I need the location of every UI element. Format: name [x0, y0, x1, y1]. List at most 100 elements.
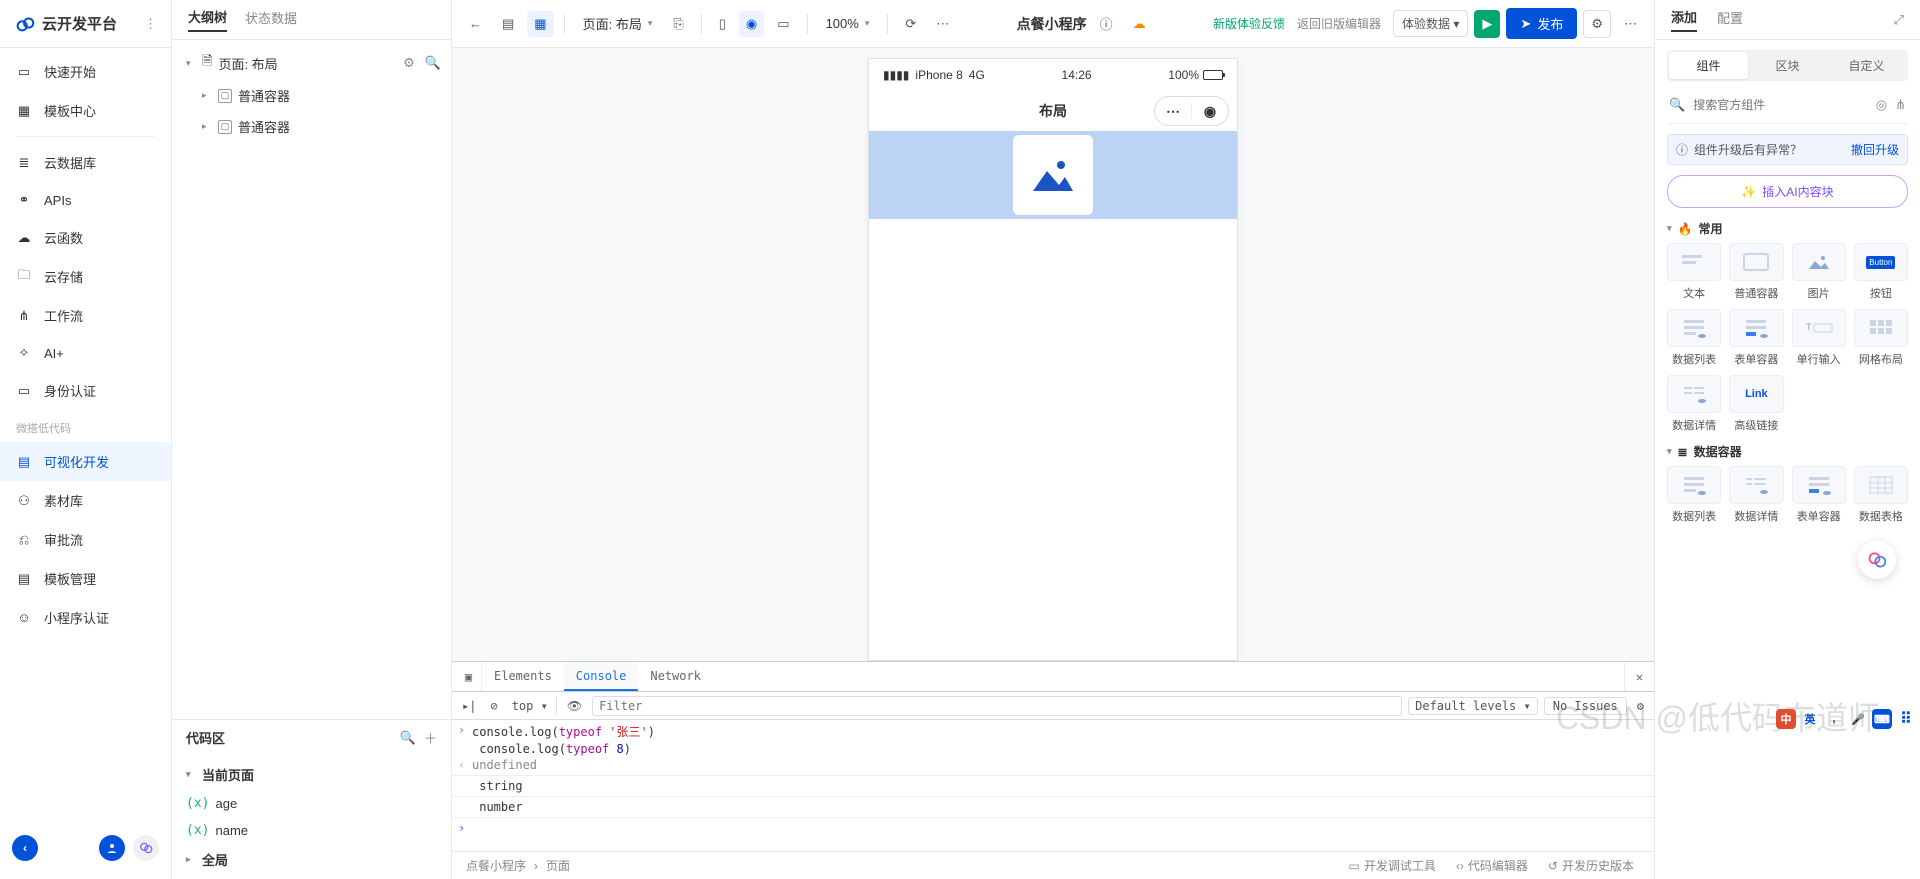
filter-input[interactable]: [592, 696, 1402, 716]
tree-page-row[interactable]: ▾ 🗎 页面: 布局 ⚙ 🔍: [172, 46, 451, 80]
nav-templates[interactable]: ▦模板中心: [0, 91, 171, 130]
ime-en-icon[interactable]: 英: [1800, 709, 1820, 729]
kebab-icon[interactable]: ⋯: [1617, 11, 1644, 37]
comp-text[interactable]: 文本: [1667, 243, 1721, 301]
mic-icon[interactable]: 🎤: [1848, 709, 1868, 729]
seg-block[interactable]: 区块: [1748, 52, 1827, 79]
comp-data-table[interactable]: 数据表格: [1854, 466, 1908, 524]
close-icon[interactable]: ✕: [1624, 662, 1654, 691]
levels-select[interactable]: Default levels ▾: [1408, 697, 1538, 715]
settings-icon[interactable]: ⚙: [403, 55, 415, 71]
nav-apis[interactable]: ⚭APIs: [0, 182, 171, 218]
clear-icon[interactable]: ⊘: [486, 697, 501, 715]
nav-functions[interactable]: ☁云函数: [0, 218, 171, 257]
sidebar-toggle-icon[interactable]: ▸|: [458, 697, 480, 715]
nav-auth[interactable]: ▭身份认证: [0, 371, 171, 410]
tab-elements[interactable]: Elements: [482, 662, 564, 691]
mobile-view-icon[interactable]: ▯: [712, 11, 733, 37]
tab-outline-tree[interactable]: 大纲树: [188, 7, 227, 32]
add-icon[interactable]: ＋: [424, 728, 437, 747]
code-var-row[interactable]: (x) age: [172, 790, 451, 817]
comp-data-list-2[interactable]: 数据列表: [1667, 466, 1721, 524]
punct-icon[interactable]: ,: [1824, 709, 1844, 729]
assistant-icon[interactable]: [133, 835, 159, 861]
avatar-icon[interactable]: [99, 835, 125, 861]
code-var-row[interactable]: (x) name: [172, 817, 451, 844]
chevron-right-icon[interactable]: ▸: [202, 121, 212, 132]
tab-network[interactable]: Network: [638, 662, 713, 691]
section-common[interactable]: ▾ 🔥 常用: [1667, 220, 1908, 237]
nav-visual-dev[interactable]: ▤可视化开发: [0, 442, 171, 481]
more-icon[interactable]: ⋮: [144, 16, 157, 32]
tree-icon[interactable]: ⋔: [1895, 97, 1906, 113]
preview-body[interactable]: [869, 131, 1237, 219]
comp-form-container[interactable]: 表单容器: [1729, 309, 1783, 367]
nav-ai[interactable]: ✧AI+: [0, 335, 171, 371]
foot-code-editor[interactable]: ‹›代码编辑器: [1450, 857, 1534, 874]
comp-form-container-2[interactable]: 表单容器: [1792, 466, 1846, 524]
brand-logo[interactable]: 云开发平台: [14, 13, 136, 35]
tab-config[interactable]: 配置: [1717, 8, 1743, 31]
comp-grid-layout[interactable]: 网格布局: [1854, 309, 1908, 367]
foot-history[interactable]: ↺开发历史版本: [1542, 857, 1640, 874]
tree-node[interactable]: ▸ ▢ 普通容器: [172, 80, 451, 111]
layout-view-icon[interactable]: ▦: [527, 11, 553, 37]
context-select[interactable]: top ▾: [508, 697, 557, 715]
more-icon[interactable]: ⋯: [1155, 97, 1191, 125]
comp-input[interactable]: T单行输入: [1792, 309, 1846, 367]
apps-icon[interactable]: ⠿: [1896, 709, 1916, 729]
chevron-right-icon[interactable]: ▸: [186, 854, 196, 865]
tablet-view-icon[interactable]: ◉: [739, 11, 764, 37]
inspect-icon[interactable]: ▣: [456, 662, 482, 691]
gear-icon[interactable]: ⚙: [1633, 697, 1648, 715]
comp-data-list[interactable]: 数据列表: [1667, 309, 1721, 367]
comp-data-detail-2[interactable]: 数据详情: [1729, 466, 1783, 524]
search-icon[interactable]: 🔍: [425, 55, 441, 71]
page-selector[interactable]: 页面: 布局▾: [575, 10, 661, 37]
collapse-button[interactable]: ‹: [12, 835, 38, 861]
breadcrumb-app[interactable]: 点餐小程序: [466, 857, 526, 874]
comp-image[interactable]: 图片: [1792, 243, 1846, 301]
refresh-icon[interactable]: ⟳: [898, 11, 923, 37]
seg-component[interactable]: 组件: [1669, 52, 1748, 79]
chevron-down-icon[interactable]: ▾: [186, 58, 196, 69]
search-input[interactable]: [1693, 98, 1868, 112]
code-group-global[interactable]: ▸ 全局: [172, 844, 451, 875]
data-mode-select[interactable]: 体验数据 ▾: [1393, 10, 1468, 37]
no-issues-badge[interactable]: No Issues: [1544, 697, 1627, 715]
target-icon[interactable]: ◎: [1876, 97, 1887, 113]
chevron-right-icon[interactable]: ▸: [202, 90, 212, 101]
info-icon[interactable]: ⓘ: [1093, 9, 1120, 38]
tree-node[interactable]: ▸ ▢ 普通容器: [172, 111, 451, 142]
search-icon[interactable]: 🔍: [1669, 97, 1685, 113]
nav-template-mgr[interactable]: ▤模板管理: [0, 559, 171, 598]
ime-ch-icon[interactable]: 中: [1776, 709, 1796, 729]
settings-button[interactable]: ⚙: [1583, 10, 1611, 38]
breadcrumb-page[interactable]: 页面: [546, 857, 570, 874]
foot-debug-tools[interactable]: ▭开发调试工具: [1343, 857, 1442, 874]
keyboard-icon[interactable]: ⌨: [1872, 709, 1892, 729]
back-button[interactable]: ←: [462, 11, 489, 36]
feedback-link[interactable]: 新版体验反馈: [1213, 15, 1285, 32]
nav-database[interactable]: ≣云数据库: [0, 143, 171, 182]
comp-button[interactable]: Button按钮: [1854, 243, 1908, 301]
seg-custom[interactable]: 自定义: [1827, 52, 1906, 79]
more-icon[interactable]: ⋯: [929, 11, 956, 37]
nav-storage[interactable]: 🗀云存储: [0, 257, 171, 296]
console-body[interactable]: ›console.log(typeof '张三') console.log(ty…: [452, 720, 1654, 851]
search-icon[interactable]: 🔍: [400, 730, 416, 746]
nav-approval[interactable]: ⎌审批流: [0, 520, 171, 559]
nav-quickstart[interactable]: ▭快速开始: [0, 52, 171, 91]
section-data-container[interactable]: ▾ ≣ 数据容器: [1667, 443, 1908, 460]
eye-icon[interactable]: 👁: [563, 697, 586, 715]
tab-console[interactable]: Console: [564, 662, 639, 691]
image-placeholder[interactable]: [1013, 135, 1093, 215]
rollback-link[interactable]: 撤回升级: [1851, 141, 1899, 158]
zoom-selector[interactable]: 100%▾: [818, 12, 878, 35]
old-editor-link[interactable]: 返回旧版编辑器: [1297, 15, 1381, 32]
chevron-down-icon[interactable]: ▾: [186, 769, 196, 780]
comp-container[interactable]: 普通容器: [1729, 243, 1783, 301]
add-page-icon[interactable]: ⎘: [666, 11, 690, 37]
target-icon[interactable]: ◉: [1192, 97, 1228, 125]
panel-view-icon[interactable]: ▤: [495, 11, 521, 37]
